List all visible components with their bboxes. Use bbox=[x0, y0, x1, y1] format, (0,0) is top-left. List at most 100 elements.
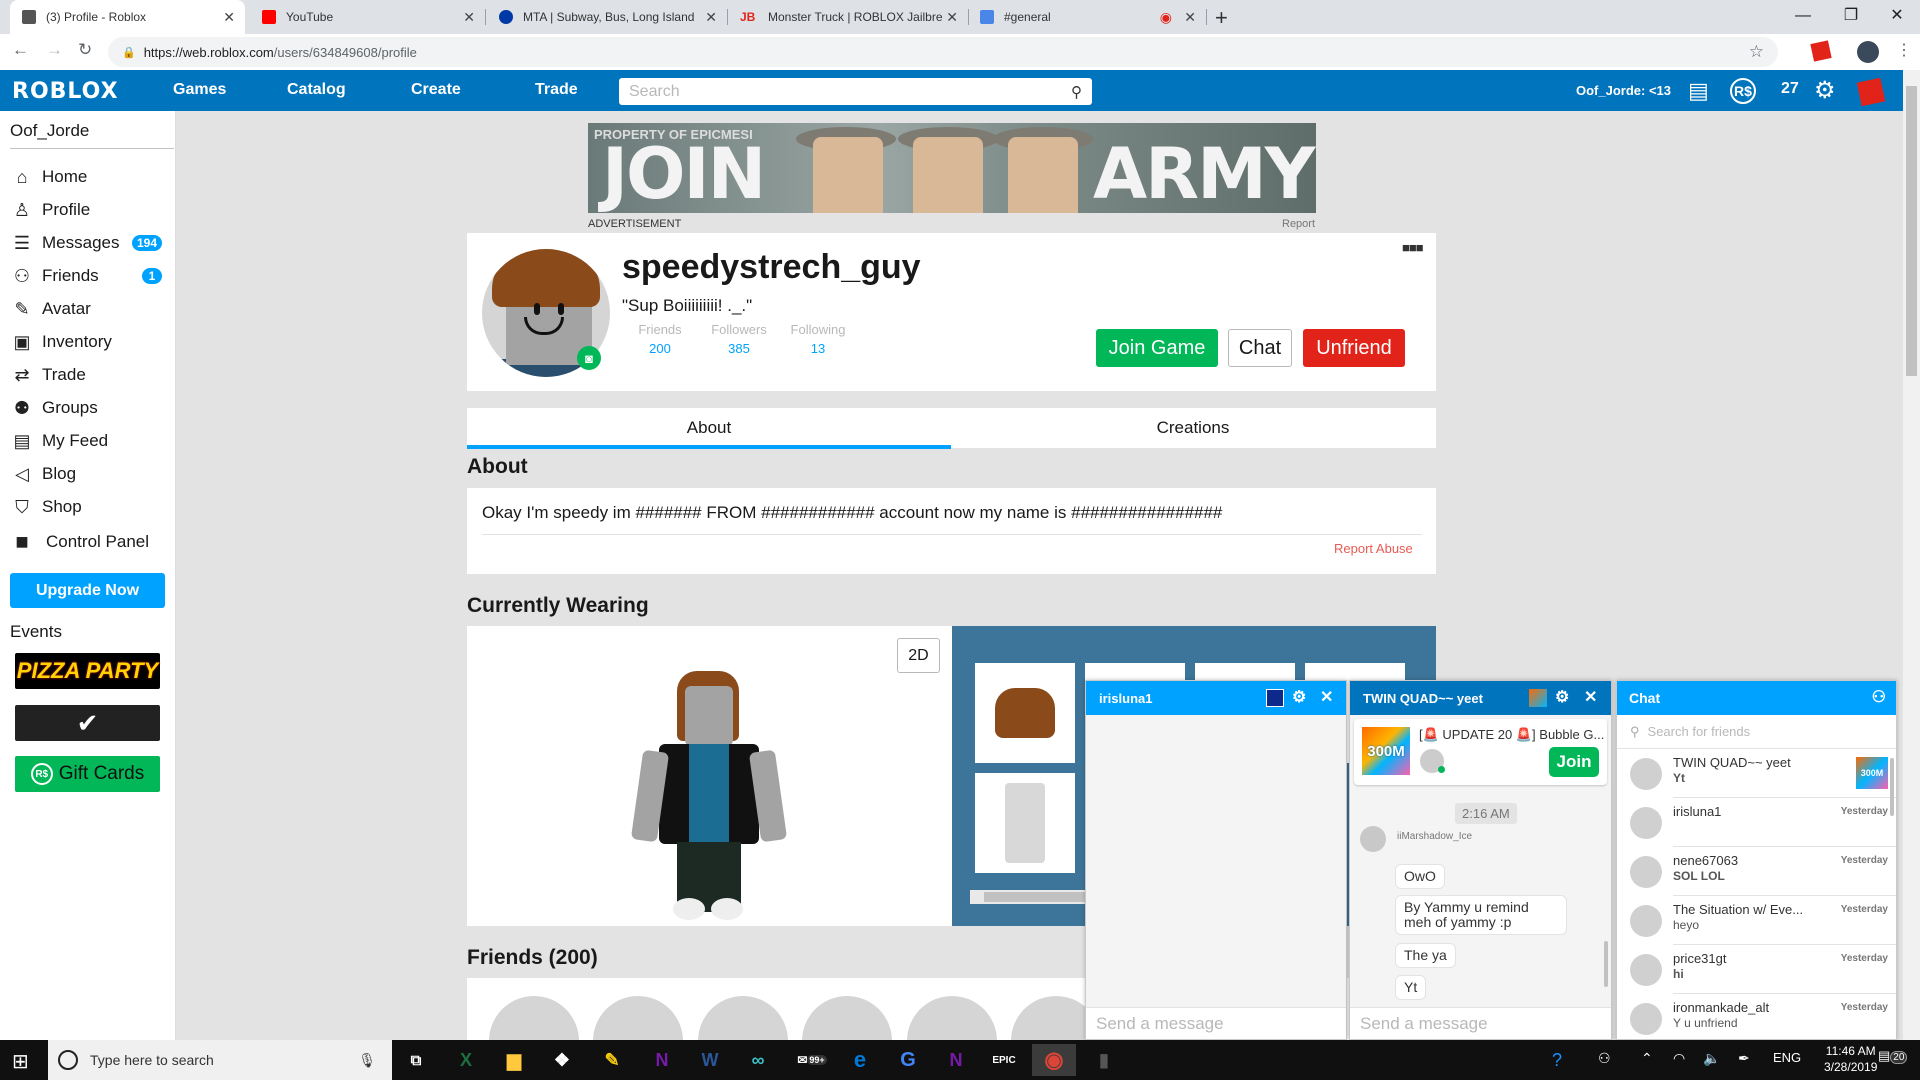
conversation-item[interactable]: The Situation w/ Eve... heyo Yesterday bbox=[1617, 896, 1896, 945]
game-thumbnail[interactable]: 300M bbox=[1362, 727, 1410, 775]
tab-jailbreak[interactable]: JB Monster Truck | ROBLOX Jailbreak ✕ bbox=[728, 0, 969, 34]
tab-about[interactable]: About bbox=[467, 408, 951, 448]
tab-mta[interactable]: MTA | Subway, Bus, Long Island R ✕ bbox=[487, 0, 728, 34]
onenote-2-icon[interactable]: N bbox=[934, 1044, 978, 1076]
conversation-item[interactable]: TWIN QUAD~~ yeet Yt 300M bbox=[1617, 749, 1896, 798]
system-clock[interactable]: 11:46 AM 3/28/2019 bbox=[1824, 1043, 1877, 1075]
nav-trade[interactable]: Trade bbox=[535, 81, 578, 99]
event-pizza-party[interactable]: PIZZA PARTY bbox=[15, 653, 160, 689]
join-button[interactable]: Join bbox=[1549, 747, 1599, 777]
pen-icon[interactable]: ✒ bbox=[1738, 1050, 1750, 1067]
game-thumbnail-icon[interactable] bbox=[1266, 689, 1284, 707]
stat-following-count[interactable]: 13 bbox=[783, 341, 853, 356]
stat-followers-count[interactable]: 385 bbox=[704, 341, 774, 356]
header-username[interactable]: Oof_Jorde: <13 bbox=[1576, 83, 1671, 98]
game-thumbnail-icon[interactable] bbox=[1529, 689, 1547, 707]
show-hidden-icons[interactable]: ⌃ bbox=[1641, 1050, 1653, 1067]
chat-scrollbar[interactable] bbox=[1604, 941, 1608, 987]
windows-start-button[interactable]: ⊞ bbox=[12, 1049, 29, 1074]
mouse-app-icon[interactable]: ▮ bbox=[1082, 1044, 1126, 1076]
message-input[interactable]: Send a message bbox=[1350, 1007, 1611, 1039]
robux-icon[interactable]: R$ bbox=[1730, 78, 1756, 104]
action-center-icon[interactable]: ▤ 20 bbox=[1878, 1048, 1908, 1064]
back-button[interactable]: ← bbox=[12, 40, 29, 60]
task-view-icon[interactable]: ⧉ bbox=[394, 1044, 438, 1076]
worn-item-package[interactable] bbox=[975, 773, 1075, 873]
unfriend-button[interactable]: Unfriend bbox=[1303, 329, 1405, 367]
minimize-button[interactable]: — bbox=[1780, 2, 1826, 30]
conversation-item[interactable]: price31gt hi Yesterday bbox=[1617, 945, 1896, 994]
paint-icon[interactable]: ✎ bbox=[590, 1044, 634, 1076]
conversation-item[interactable]: ironmankade_alt Y u unfriend Yesterday bbox=[1617, 994, 1896, 1039]
dropbox-icon[interactable]: ❖ bbox=[540, 1044, 584, 1076]
epic-games-icon[interactable]: EPIC bbox=[982, 1044, 1026, 1076]
help-icon[interactable]: ? bbox=[1552, 1050, 1562, 1071]
advertisement-banner[interactable]: PROPERTY OF EPICMESI JOIN ARMY bbox=[588, 123, 1316, 213]
sidebar-username[interactable]: Oof_Jorde bbox=[10, 121, 89, 141]
sidebar-item-avatar[interactable]: ✎ Avatar bbox=[10, 294, 170, 324]
in-game-status-icon[interactable]: ◙ bbox=[577, 346, 601, 370]
robux-count[interactable]: 27 bbox=[1781, 80, 1799, 98]
messages-list-icon[interactable]: ▤ bbox=[1688, 78, 1709, 104]
close-tab-icon[interactable]: ✕ bbox=[946, 9, 958, 26]
url-bar[interactable]: 🔒 https://web.roblox.com/users/634849608… bbox=[108, 37, 1778, 67]
forward-button[interactable]: → bbox=[46, 40, 63, 60]
chrome-menu-icon[interactable]: ⋮ bbox=[1896, 40, 1912, 60]
sidebar-item-shop[interactable]: ⛉ Shop bbox=[10, 492, 170, 522]
excel-icon[interactable]: X bbox=[444, 1044, 488, 1076]
tab-creations[interactable]: Creations bbox=[951, 408, 1435, 448]
toggle-2d-button[interactable]: 2D bbox=[897, 638, 940, 673]
close-chat-icon[interactable]: ✕ bbox=[1584, 687, 1597, 707]
worn-item-hair[interactable] bbox=[975, 663, 1075, 763]
language-indicator[interactable]: ENG bbox=[1773, 1050, 1801, 1065]
report-ad-link[interactable]: Report bbox=[1282, 218, 1315, 230]
sidebar-item-blog[interactable]: ◁ Blog bbox=[10, 459, 170, 489]
file-explorer-icon[interactable]: ▆ bbox=[492, 1044, 536, 1076]
edge-icon[interactable]: e bbox=[838, 1044, 882, 1076]
report-abuse-link[interactable]: Report Abuse bbox=[1334, 541, 1413, 556]
conversation-item[interactable]: nene67063 SOL LOL Yesterday bbox=[1617, 847, 1896, 896]
tab-youtube[interactable]: YouTube ✕ bbox=[250, 0, 486, 34]
chat-panel-header[interactable]: Chat ⚇ bbox=[1617, 681, 1896, 715]
profile-avatar[interactable] bbox=[1857, 41, 1879, 63]
search-icon[interactable]: ⚲ bbox=[1071, 83, 1082, 101]
event-gift-cards[interactable]: R$ Gift Cards bbox=[15, 756, 160, 792]
taskbar-search[interactable]: Type here to search 🎙 bbox=[48, 1040, 392, 1080]
friend-search-input[interactable]: ⚲ Search for friends bbox=[1617, 715, 1896, 749]
chat-window-header[interactable]: TWIN QUAD~~ yeet ⚙ ✕ bbox=[1350, 681, 1611, 715]
wifi-icon[interactable]: ◠ bbox=[1673, 1050, 1685, 1067]
message-input[interactable]: Send a message bbox=[1086, 1007, 1346, 1039]
reload-button[interactable]: ↻ bbox=[78, 40, 92, 60]
chrome-icon[interactable]: ◉ bbox=[1032, 1044, 1076, 1076]
sidebar-item-friends[interactable]: ⚇ Friends 1 bbox=[10, 261, 170, 291]
sidebar-item-my-feed[interactable]: ▤ My Feed bbox=[10, 426, 170, 456]
nav-games[interactable]: Games bbox=[173, 81, 226, 99]
roblox-extension-icon[interactable] bbox=[1810, 40, 1832, 62]
tab-profile-roblox[interactable]: (3) Profile - Roblox ✕ bbox=[10, 0, 245, 34]
bookmark-star-icon[interactable]: ☆ bbox=[1749, 42, 1764, 62]
sidebar-item-profile[interactable]: ♙ Profile bbox=[10, 195, 170, 225]
close-tab-icon[interactable]: ✕ bbox=[1184, 9, 1196, 26]
chat-list-scrollbar[interactable] bbox=[1890, 758, 1894, 816]
word-icon[interactable]: W bbox=[688, 1044, 732, 1076]
restore-button[interactable]: ❐ bbox=[1828, 2, 1874, 30]
tab-general[interactable]: #general ◉ ✕ bbox=[968, 0, 1207, 34]
conversation-item[interactable]: irisluna1 Yesterday bbox=[1617, 798, 1896, 847]
chat-window-header[interactable]: irisluna1 ⚙ ✕ bbox=[1086, 681, 1346, 715]
roblox-studio-icon[interactable] bbox=[1856, 77, 1886, 107]
upgrade-now-button[interactable]: Upgrade Now bbox=[10, 573, 165, 608]
people-icon[interactable]: ⚇ bbox=[1598, 1050, 1611, 1067]
sidebar-item-groups[interactable]: ⚉ Groups bbox=[10, 393, 170, 423]
chat-settings-icon[interactable]: ⚙ bbox=[1555, 687, 1569, 707]
more-options-button[interactable]: ■■■ bbox=[1402, 240, 1424, 255]
new-tab-button[interactable]: + bbox=[1215, 5, 1228, 31]
volume-icon[interactable]: 🔈 bbox=[1703, 1050, 1720, 1067]
stat-friends-count[interactable]: 200 bbox=[625, 341, 695, 356]
microphone-icon[interactable]: 🎙 bbox=[358, 1052, 376, 1069]
sidebar-item-messages[interactable]: ☰ Messages 194 bbox=[10, 228, 170, 258]
page-scrollbar-thumb[interactable] bbox=[1906, 86, 1917, 376]
chat-button[interactable]: Chat bbox=[1228, 329, 1292, 367]
close-tab-icon[interactable]: ✕ bbox=[463, 9, 475, 26]
nav-catalog[interactable]: Catalog bbox=[287, 81, 346, 99]
search-input[interactable]: Search ⚲ bbox=[619, 78, 1092, 105]
